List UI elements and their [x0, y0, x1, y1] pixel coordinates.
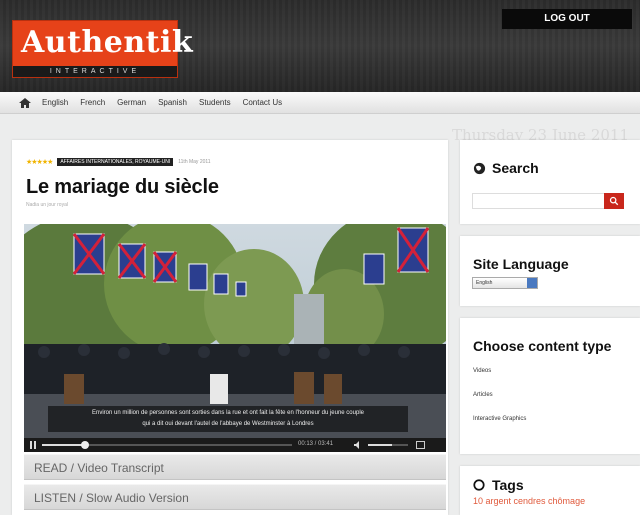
article-byline: Nadia un jour royal	[26, 202, 68, 208]
content-type-videos[interactable]: Videos	[473, 368, 491, 374]
fullscreen-icon[interactable]	[416, 441, 425, 449]
video-controls: 00:13 / 03:41	[24, 438, 446, 452]
tag-link[interactable]: 10 argent cendres chômage	[473, 496, 585, 506]
category-badge[interactable]: AFFAIRES INTERNATIONALES, ROYAUME-UNI	[57, 158, 174, 166]
listen-audio-toggle[interactable]: LISTEN / Slow Audio Version	[24, 484, 446, 510]
content-type-interactive-graphics[interactable]: Interactive Graphics	[473, 416, 526, 422]
read-transcript-toggle[interactable]: READ / Video Transcript	[24, 454, 446, 480]
article-meta: ★★★★★ AFFAIRES INTERNATIONALES, ROYAUME-…	[26, 158, 211, 166]
chevron-down-icon	[527, 278, 537, 288]
nav-item-german[interactable]: German	[117, 98, 146, 107]
logout-button[interactable]: LOG OUT	[502, 9, 632, 29]
listen-audio-label: LISTEN / Slow Audio Version	[34, 491, 189, 505]
language-title: Site Language	[473, 256, 569, 272]
globe-icon	[473, 162, 486, 175]
search-title: Search	[492, 160, 539, 176]
video-time: 00:13 / 03:41	[298, 441, 334, 447]
read-transcript-label: READ / Video Transcript	[34, 461, 164, 475]
language-widget: Site Language English	[460, 236, 640, 306]
pause-icon[interactable]	[29, 441, 37, 449]
nav-item-spanish[interactable]: Spanish	[158, 98, 187, 107]
nav-item-english[interactable]: English	[42, 98, 68, 107]
authentik-logo[interactable]: Authentik INTERACTIVE	[12, 20, 193, 78]
tags-widget: Tags 10 argent cendres chômage	[460, 466, 640, 515]
search-button[interactable]	[604, 193, 624, 209]
content-type-articles[interactable]: Articles	[473, 392, 493, 398]
nav-item-french[interactable]: French	[80, 98, 105, 107]
search-widget: Search	[460, 140, 640, 224]
search-input[interactable]	[472, 193, 612, 209]
content-type-title: Choose content type	[473, 338, 612, 354]
subtitle-line-2: qui a dit oui devant l'autel de l'abbaye…	[142, 421, 314, 427]
logo-tagline: INTERACTIVE	[13, 66, 177, 77]
publish-date: 11th May 2011	[178, 159, 211, 165]
language-select[interactable]: English	[472, 277, 538, 289]
article-title: Le mariage du siècle	[26, 176, 219, 198]
site-header: Authentik INTERACTIVE LOG OUT	[0, 0, 640, 92]
video-scrub-handle[interactable]	[80, 441, 89, 449]
tags-title: Tags	[492, 477, 524, 493]
search-icon	[609, 196, 619, 205]
volume-slider[interactable]	[368, 444, 408, 446]
rating-stars[interactable]: ★★★★★	[26, 158, 53, 166]
nav-item-students[interactable]: Students	[199, 98, 231, 107]
volume-icon[interactable]	[354, 441, 362, 449]
nav-item-contact-us[interactable]: Contact Us	[243, 98, 283, 107]
home-icon[interactable]	[18, 96, 32, 110]
logo-wordmark: Authentik	[21, 25, 194, 60]
video-progress-fill	[42, 444, 85, 446]
volume-fill	[368, 444, 392, 446]
video-progress-bar[interactable]	[42, 441, 292, 449]
main-nav: English French German Spanish Students C…	[0, 92, 640, 114]
article-panel: ★★★★★ AFFAIRES INTERNATIONALES, ROYAUME-…	[12, 140, 448, 515]
content-type-widget: Choose content type Videos Articles Inte…	[460, 318, 640, 454]
circle-icon	[473, 479, 485, 491]
video-player[interactable]: Environ un million de personnes sont sor…	[24, 224, 446, 452]
video-subtitles: Environ un million de personnes sont sor…	[50, 408, 406, 430]
subtitle-line-1: Environ un million de personnes sont sor…	[92, 410, 364, 416]
language-selected: English	[476, 280, 493, 286]
